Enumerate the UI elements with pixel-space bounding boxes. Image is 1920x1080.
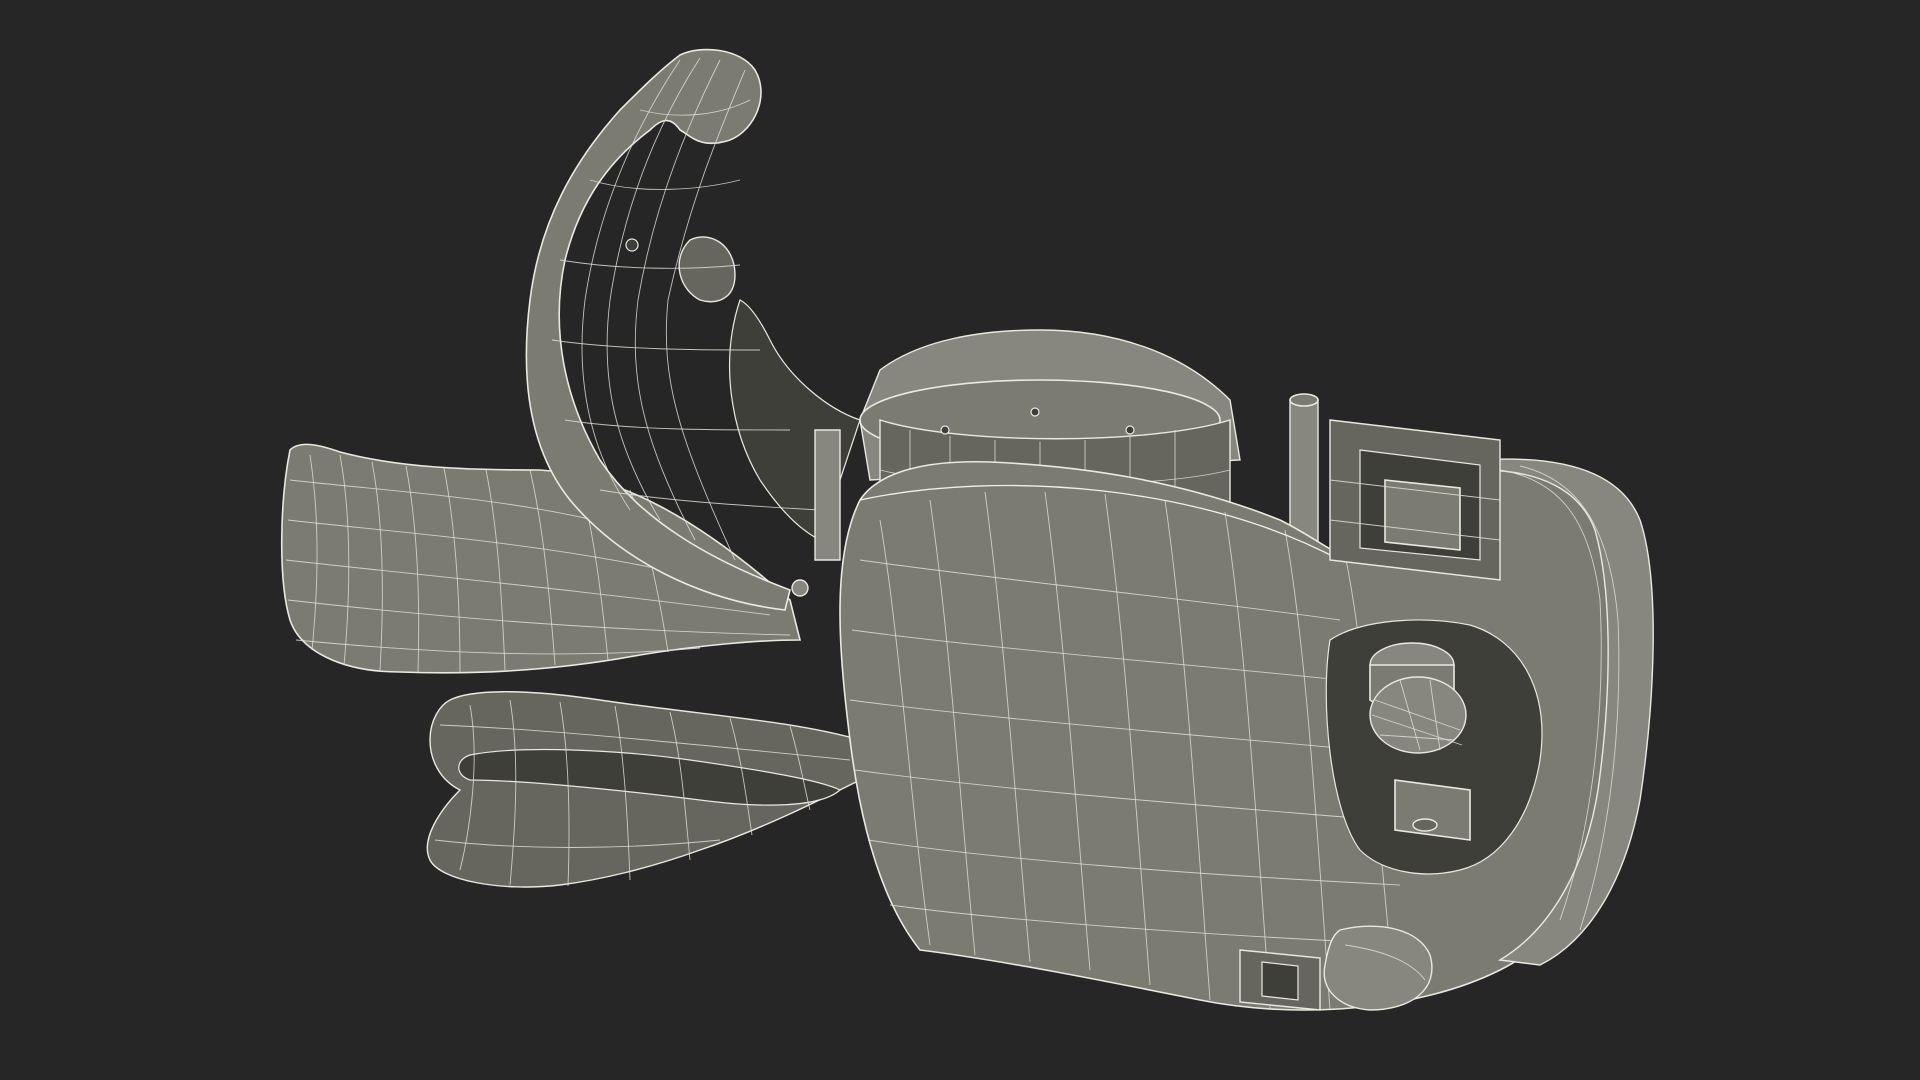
wireframe-model: [280, 48, 1654, 1011]
top-housing: [1329, 419, 1501, 581]
trigger-loop: [426, 691, 861, 888]
side-cavity: [1325, 619, 1543, 875]
render-viewport: [0, 0, 1920, 1080]
rear-grip: [280, 443, 802, 674]
